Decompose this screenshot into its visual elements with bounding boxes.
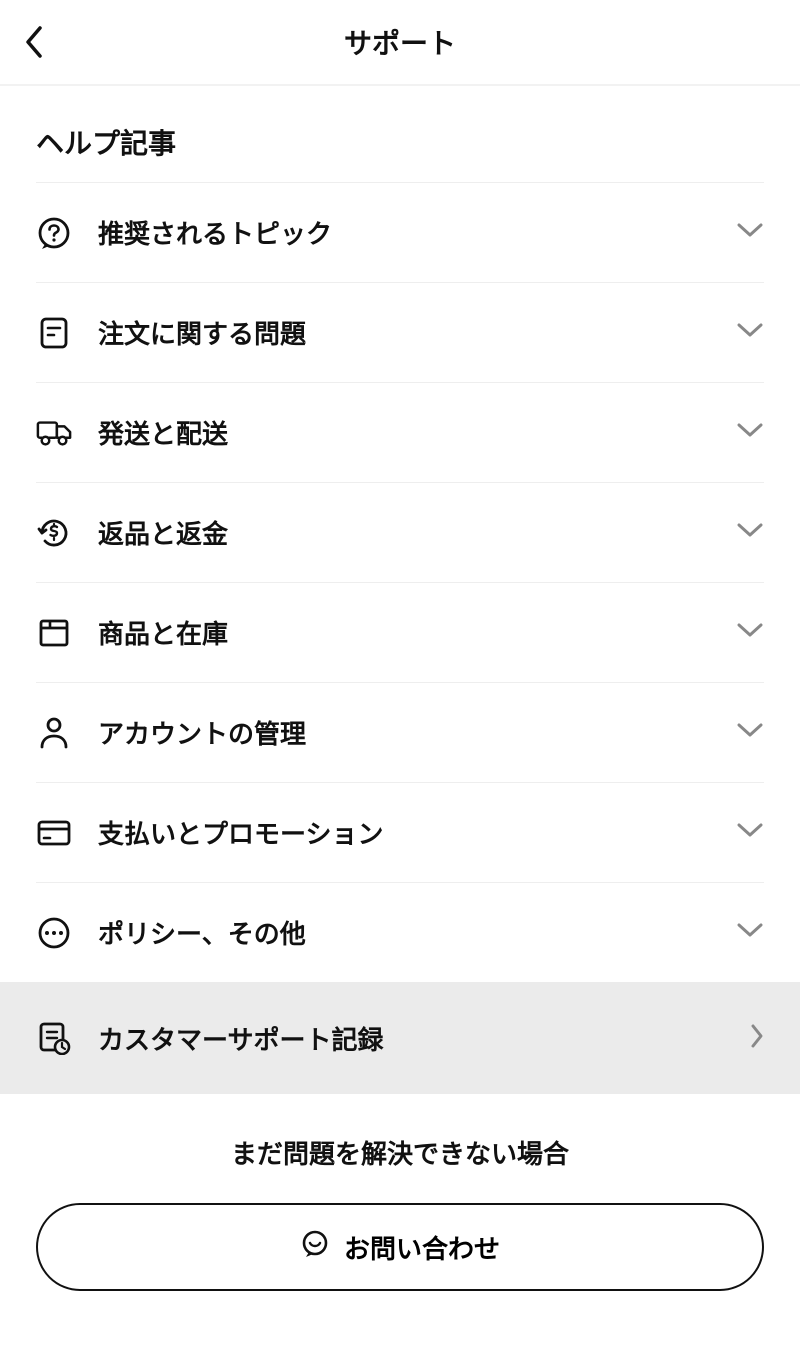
- chevron-down-icon: [736, 422, 764, 443]
- chevron-left-icon: [24, 25, 44, 59]
- footer-text: まだ問題を解決できない場合: [36, 1134, 764, 1171]
- record-label: カスタマーサポート記録: [98, 1020, 750, 1057]
- header: サポート: [0, 0, 800, 86]
- category-account[interactable]: アカウントの管理: [36, 682, 764, 782]
- category-label: ポリシー、その他: [98, 914, 736, 951]
- note-icon: [36, 315, 72, 351]
- person-icon: [36, 715, 72, 751]
- back-button[interactable]: [24, 25, 44, 59]
- page-title: サポート: [0, 22, 800, 62]
- contact-button[interactable]: お問い合わせ: [36, 1203, 764, 1291]
- chat-icon: [300, 1229, 330, 1266]
- category-policy[interactable]: ポリシー、その他: [36, 882, 764, 982]
- chevron-down-icon: [736, 722, 764, 743]
- category-list: 推奨されるトピック 注文に関する問題: [0, 182, 800, 982]
- category-payment[interactable]: 支払いとプロモーション: [36, 782, 764, 882]
- category-refund[interactable]: 返品と返金: [36, 482, 764, 582]
- card-icon: [36, 815, 72, 851]
- category-label: 返品と返金: [98, 514, 736, 551]
- category-recommended[interactable]: 推奨されるトピック: [36, 182, 764, 282]
- category-label: アカウントの管理: [98, 714, 736, 751]
- chevron-down-icon: [736, 322, 764, 343]
- chevron-down-icon: [736, 822, 764, 843]
- category-label: 注文に関する問題: [98, 314, 736, 351]
- category-label: 商品と在庫: [98, 614, 736, 651]
- category-shipping[interactable]: 発送と配送: [36, 382, 764, 482]
- contact-button-label: お問い合わせ: [344, 1229, 500, 1266]
- category-label: 支払いとプロモーション: [98, 814, 736, 851]
- support-record[interactable]: カスタマーサポート記録: [0, 982, 800, 1094]
- chevron-down-icon: [736, 522, 764, 543]
- chevron-down-icon: [736, 222, 764, 243]
- chevron-down-icon: [736, 622, 764, 643]
- chevron-down-icon: [736, 922, 764, 943]
- footer: まだ問題を解決できない場合 お問い合わせ: [0, 1094, 800, 1331]
- box-icon: [36, 615, 72, 651]
- refund-icon: [36, 515, 72, 551]
- section-title: ヘルプ記事: [0, 86, 800, 182]
- truck-icon: [36, 415, 72, 451]
- chevron-right-icon: [750, 1023, 764, 1054]
- category-orders[interactable]: 注文に関する問題: [36, 282, 764, 382]
- more-icon: [36, 915, 72, 951]
- category-label: 発送と配送: [98, 414, 736, 451]
- record-icon: [36, 1020, 72, 1056]
- question-bubble-icon: [36, 215, 72, 251]
- category-stock[interactable]: 商品と在庫: [36, 582, 764, 682]
- category-label: 推奨されるトピック: [98, 214, 736, 251]
